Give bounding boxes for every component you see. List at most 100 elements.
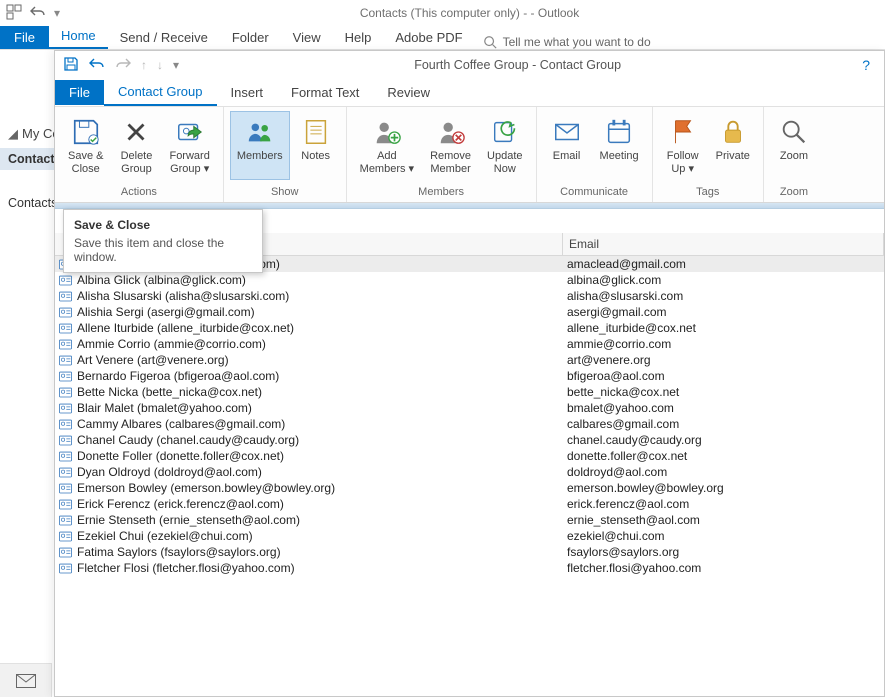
member-row[interactable]: Ammie Corrio (ammie@corrio.com)ammie@cor… — [55, 336, 884, 352]
tab-review[interactable]: Review — [373, 80, 444, 105]
contact-group-titlebar: ↑ ↓ ▾ Fourth Coffee Group - Contact Grou… — [55, 51, 884, 79]
member-row[interactable]: Alisha Slusarski (alisha@slusarski.com)a… — [55, 288, 884, 304]
member-name: Fatima Saylors (fsaylors@saylors.org) — [75, 545, 563, 559]
remove-member-icon — [435, 116, 467, 148]
contact-card-icon — [55, 483, 75, 494]
tab-insert[interactable]: Insert — [217, 80, 278, 105]
rbtn-label: Now — [494, 163, 516, 176]
members-button[interactable]: Members — [230, 111, 290, 180]
member-row[interactable]: Dyan Oldroyd (doldroyd@aol.com)doldroyd@… — [55, 464, 884, 480]
help-icon[interactable]: ? — [856, 57, 876, 73]
mail-nav-icon[interactable] — [0, 663, 52, 697]
member-name: Ammie Corrio (ammie@corrio.com) — [75, 337, 563, 351]
contact-card-icon — [55, 547, 75, 558]
tab-format-text[interactable]: Format Text — [277, 80, 373, 105]
member-name: Emerson Bowley (emerson.bowley@bowley.or… — [75, 481, 563, 495]
ribbon-group-label: Actions — [61, 184, 217, 200]
undo-icon[interactable] — [30, 4, 46, 23]
add-members-button[interactable]: AddMembers ▾ — [353, 111, 421, 180]
contact-card-icon — [55, 419, 75, 430]
quick-access-icon[interactable] — [6, 4, 22, 23]
email-button[interactable]: Email — [543, 111, 591, 180]
member-row[interactable]: Erick Ferencz (erick.ferencz@aol.com)eri… — [55, 496, 884, 512]
member-row[interactable]: Ezekiel Chui (ezekiel@chui.com)ezekiel@c… — [55, 528, 884, 544]
member-name: Dyan Oldroyd (doldroyd@aol.com) — [75, 465, 563, 479]
forward-icon — [174, 116, 206, 148]
member-email: albina@glick.com — [563, 273, 884, 287]
ribbon-group-label: Tags — [659, 184, 757, 200]
email-icon — [551, 116, 583, 148]
forward-group-button[interactable]: ForwardGroup ▾ — [162, 111, 216, 180]
rbtn-label: Members ▾ — [360, 163, 414, 176]
tab-view[interactable]: View — [281, 26, 333, 49]
rbtn-label: Follow — [667, 150, 699, 163]
rbtn-label: Private — [716, 150, 750, 163]
contact-card-icon — [55, 387, 75, 398]
follow-up-button[interactable]: FollowUp ▾ — [659, 111, 707, 180]
zoom-button[interactable]: Zoom — [770, 111, 818, 180]
prev-item-icon[interactable]: ↑ — [141, 58, 147, 72]
tab-send-receive[interactable]: Send / Receive — [108, 26, 220, 49]
member-row[interactable]: Blair Malet (bmalet@yahoo.com)bmalet@yah… — [55, 400, 884, 416]
member-row[interactable]: Bette Nicka (bette_nicka@cox.net)bette_n… — [55, 384, 884, 400]
redo-icon[interactable] — [115, 56, 131, 75]
member-row[interactable]: Fatima Saylors (fsaylors@saylors.org)fsa… — [55, 544, 884, 560]
member-row[interactable]: Chanel Caudy (chanel.caudy@caudy.org)cha… — [55, 432, 884, 448]
rbtn-label: Update — [487, 150, 522, 163]
tooltip-body: Save this item and close the window. — [74, 236, 252, 264]
member-row[interactable]: Albina Glick (albina@glick.com)albina@gl… — [55, 272, 884, 288]
meeting-button[interactable]: Meeting — [593, 111, 646, 180]
member-email: allene_iturbide@cox.net — [563, 321, 884, 335]
outlook-tabs: File Home Send / Receive Folder View Hel… — [0, 26, 885, 50]
next-item-icon[interactable]: ↓ — [157, 58, 163, 72]
member-email: ezekiel@chui.com — [563, 529, 884, 543]
member-row[interactable]: Alishia Sergi (asergi@gmail.com)asergi@g… — [55, 304, 884, 320]
tab-contact-group[interactable]: Contact Group — [104, 79, 217, 106]
member-row[interactable]: Ernie Stenseth (ernie_stenseth@aol.com)e… — [55, 512, 884, 528]
save-icon[interactable] — [63, 56, 79, 75]
member-row[interactable]: Art Venere (art@venere.org)art@venere.or… — [55, 352, 884, 368]
tell-me-label: Tell me what you want to do — [503, 35, 651, 49]
tell-me-search[interactable]: Tell me what you want to do — [483, 35, 651, 49]
private-button[interactable]: Private — [709, 111, 757, 180]
member-email: calbares@gmail.com — [563, 417, 884, 431]
tab-help[interactable]: Help — [333, 26, 384, 49]
undo-icon[interactable] — [89, 56, 105, 75]
rbtn-label: Delete — [121, 150, 153, 163]
member-email: ammie@corrio.com — [563, 337, 884, 351]
inner-file-tab[interactable]: File — [55, 80, 104, 105]
contact-card-icon — [55, 531, 75, 542]
member-name: Bette Nicka (bette_nicka@cox.net) — [75, 385, 563, 399]
member-name: Alishia Sergi (asergi@gmail.com) — [75, 305, 563, 319]
member-row[interactable]: Fletcher Flosi (fletcher.flosi@yahoo.com… — [55, 560, 884, 576]
member-email: bfigeroa@aol.com — [563, 369, 884, 383]
tooltip-title: Save & Close — [74, 218, 252, 232]
tab-adobe-pdf[interactable]: Adobe PDF — [383, 26, 474, 49]
notes-button[interactable]: Notes — [292, 111, 340, 180]
member-name: Bernardo Figeroa (bfigeroa@aol.com) — [75, 369, 563, 383]
member-row[interactable]: Bernardo Figeroa (bfigeroa@aol.com)bfige… — [55, 368, 884, 384]
delete-group-button[interactable]: DeleteGroup — [112, 111, 160, 180]
ribbon-group-actions: Save &Close DeleteGroup ForwardGroup ▾ A… — [55, 107, 224, 202]
contact-group-title: Fourth Coffee Group - Contact Group — [179, 58, 856, 72]
outlook-file-tab[interactable]: File — [0, 26, 49, 49]
member-row[interactable]: Allene Iturbide (allene_iturbide@cox.net… — [55, 320, 884, 336]
tab-home[interactable]: Home — [49, 24, 108, 49]
member-email: fsaylors@saylors.org — [563, 545, 884, 559]
member-row[interactable]: Emerson Bowley (emerson.bowley@bowley.or… — [55, 480, 884, 496]
member-email: chanel.caudy@caudy.org — [563, 433, 884, 447]
save-close-button[interactable]: Save &Close — [61, 111, 110, 180]
member-email: emerson.bowley@bowley.org — [563, 481, 884, 495]
ribbon-group-members: AddMembers ▾ RemoveMember UpdateNow Memb… — [347, 107, 537, 202]
update-now-button[interactable]: UpdateNow — [480, 111, 529, 180]
col-email[interactable]: Email — [563, 233, 884, 255]
member-row[interactable]: Donette Foller (donette.foller@cox.net)d… — [55, 448, 884, 464]
contact-card-icon — [55, 291, 75, 302]
remove-member-button[interactable]: RemoveMember — [423, 111, 478, 180]
member-row[interactable]: Cammy Albares (calbares@gmail.com)calbar… — [55, 416, 884, 432]
members-grid-body[interactable]: Abel Maclead (amaclead@gmail.com)amaclea… — [55, 256, 884, 576]
outlook-title: Contacts (This computer only) - - Outloo… — [60, 6, 879, 20]
member-email: bmalet@yahoo.com — [563, 401, 884, 415]
tab-folder[interactable]: Folder — [220, 26, 281, 49]
rbtn-label: Zoom — [780, 150, 808, 163]
